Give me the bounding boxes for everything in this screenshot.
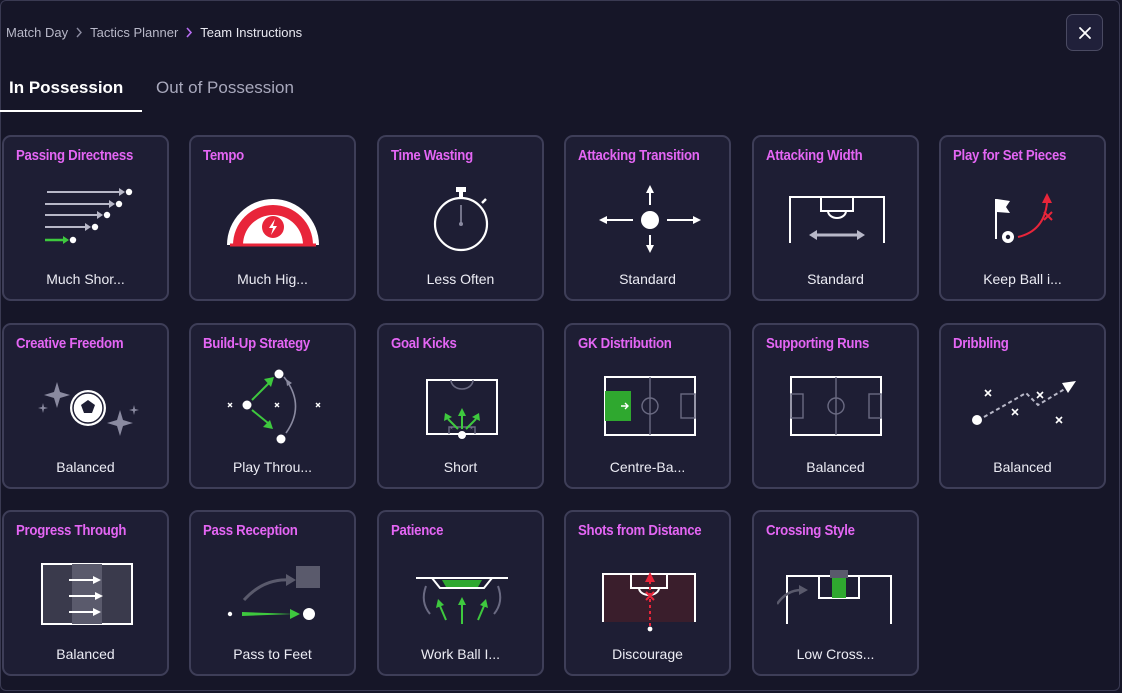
card-value: Balanced — [56, 459, 115, 475]
card-value: Low Cross... — [796, 646, 875, 662]
instruction-card-build-up-strategy[interactable]: Build-Up Strategy Play Throu... — [189, 323, 356, 489]
card-title: Attacking Width — [766, 147, 863, 164]
supporting-runs-icon — [790, 376, 882, 436]
breadcrumb-tactics-planner[interactable]: Tactics Planner — [90, 25, 178, 40]
breadcrumb-team-instructions: Team Instructions — [200, 24, 303, 40]
card-title: Patience — [391, 522, 444, 539]
card-title: Progress Through — [16, 522, 127, 539]
card-value: Keep Ball i... — [983, 271, 1062, 287]
card-title: Attacking Transition — [578, 147, 700, 164]
card-value: Balanced — [993, 459, 1052, 475]
card-value: Much Hig... — [237, 271, 308, 287]
creative-freedom-icon — [38, 382, 139, 436]
breadcrumb: Match Day Tactics Planner Team Instructi… — [6, 24, 302, 40]
instruction-card-attacking-transition[interactable]: Attacking Transition Standard — [564, 135, 731, 301]
card-value: Work Ball I... — [420, 646, 501, 662]
build-up-icon — [227, 369, 321, 444]
instruction-card-patience[interactable]: Patience Work Ball I... — [377, 510, 544, 676]
instruction-card-crossing-style[interactable]: Crossing Style Low Cross... — [752, 510, 919, 676]
card-value: Centre-Ba... — [609, 459, 686, 475]
instruction-card-goal-kicks[interactable]: Goal Kicks × × Short — [377, 323, 544, 489]
card-value: Discourage — [612, 646, 683, 662]
instruction-card-progress-through[interactable]: Progress Through Balanced — [2, 510, 169, 676]
dribbling-icon — [972, 381, 1076, 425]
card-value: Pass to Feet — [233, 646, 312, 662]
card-value: Balanced — [806, 459, 865, 475]
card-title: Shots from Distance — [578, 522, 702, 539]
card-title: Dribbling — [953, 335, 1009, 352]
card-title: Pass Reception — [203, 522, 298, 539]
card-title: Time Wasting — [391, 147, 473, 164]
set-pieces-icon — [995, 193, 1053, 243]
instruction-card-creative-freedom[interactable]: Creative Freedom Balanced — [2, 323, 169, 489]
card-value: Short — [443, 459, 478, 475]
card-title: Passing Directness — [16, 147, 134, 164]
card-value: Much Shor... — [46, 271, 125, 287]
tab-in-possession[interactable]: In Possession — [0, 68, 142, 112]
possession-tabs: In Possession Out of Possession — [0, 68, 1120, 112]
pass-reception-icon — [227, 566, 320, 620]
instruction-card-shots-from-distance[interactable]: Shots from Distance Discourage — [564, 510, 731, 676]
card-value: Less Often — [426, 271, 495, 287]
card-title: GK Distribution — [578, 335, 672, 352]
tab-out-of-possession[interactable]: Out of Possession — [156, 68, 294, 112]
patience-icon — [416, 577, 508, 624]
attacking-transition-icon — [599, 185, 701, 253]
chevron-right-icon — [75, 27, 83, 38]
passing-directness-icon — [45, 188, 133, 244]
chevron-right-icon — [185, 26, 193, 38]
card-value: Standard — [807, 271, 864, 287]
active-tab-indicator — [0, 110, 142, 112]
card-title: Goal Kicks — [391, 335, 457, 352]
card-value: Standard — [619, 271, 676, 287]
card-value: Play Throu... — [232, 459, 313, 475]
card-value: Balanced — [56, 646, 115, 662]
progress-through-icon — [41, 563, 133, 625]
card-title: Build-Up Strategy — [203, 335, 310, 352]
instruction-card-set-pieces[interactable]: Play for Set Pieces Keep Ball i... — [939, 135, 1106, 301]
instruction-card-tempo[interactable]: Tempo Much Hig... — [189, 135, 356, 301]
close-icon — [1078, 26, 1091, 39]
svg-text:×: × — [470, 426, 473, 432]
card-title: Tempo — [203, 147, 244, 164]
stopwatch-icon — [433, 187, 489, 252]
card-title: Play for Set Pieces — [953, 147, 1067, 164]
card-title: Supporting Runs — [766, 335, 870, 352]
instruction-card-attacking-width[interactable]: Attacking Width Standard — [752, 135, 919, 301]
instruction-card-time-wasting[interactable]: Time Wasting Less Often — [377, 135, 544, 301]
breadcrumb-match-day[interactable]: Match Day — [6, 25, 68, 40]
crossing-style-icon — [777, 570, 892, 624]
instruction-card-supporting-runs[interactable]: Supporting Runs Balanced — [752, 323, 919, 489]
goal-kicks-icon: × × — [426, 379, 498, 439]
gk-distribution-icon — [604, 376, 696, 436]
attacking-width-icon — [789, 196, 885, 243]
close-button[interactable] — [1066, 14, 1103, 51]
instruction-card-gk-distribution[interactable]: GK Distribution Centre-Ba... — [564, 323, 731, 489]
instruction-card-dribbling[interactable]: Dribbling Balanced — [939, 323, 1106, 489]
instruction-card-pass-reception[interactable]: Pass Reception Pass to Feet — [189, 510, 356, 676]
card-title: Creative Freedom — [16, 335, 124, 352]
instruction-card-passing-directness[interactable]: Passing Directness Much Shor... — [2, 135, 169, 301]
svg-text:×: × — [450, 426, 453, 432]
card-title: Crossing Style — [766, 522, 855, 539]
tempo-gauge-icon — [227, 199, 319, 247]
shots-distance-icon — [602, 572, 696, 632]
